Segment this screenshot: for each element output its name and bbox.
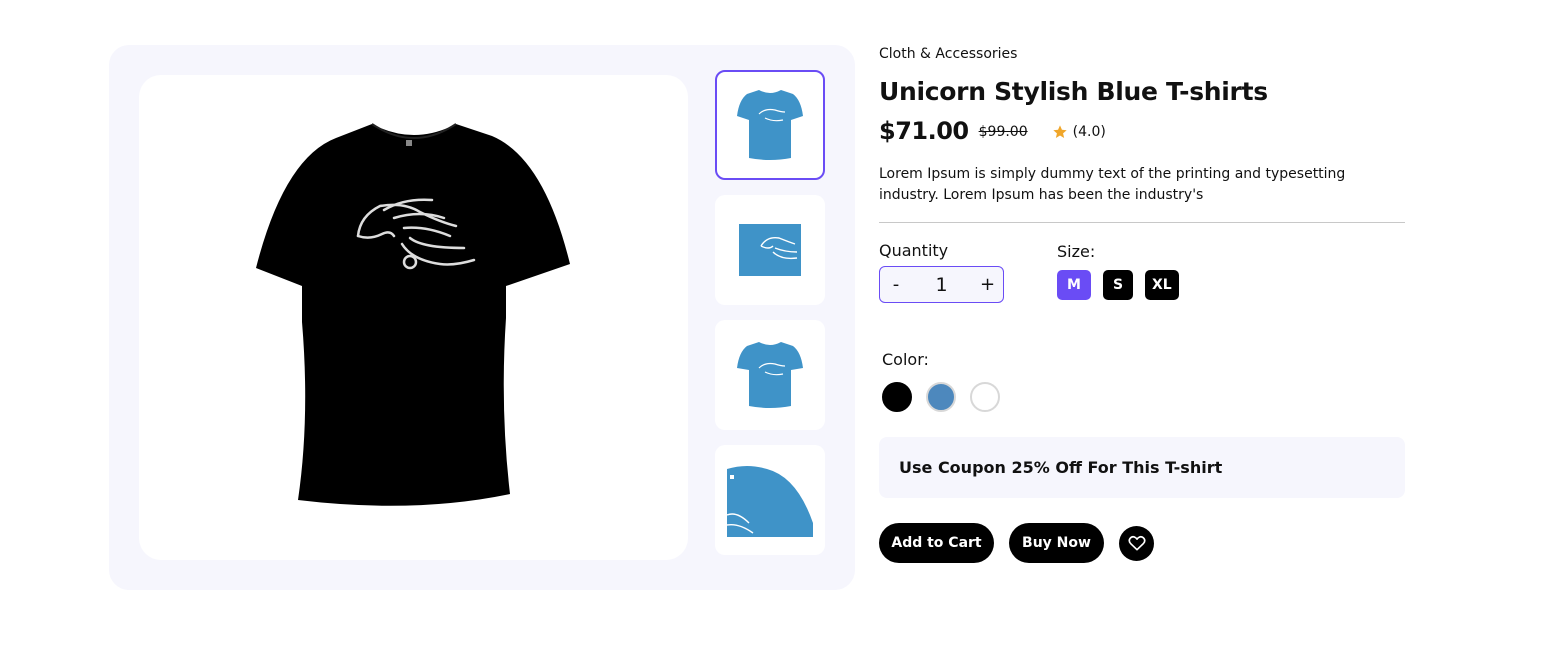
heart-icon (1127, 535, 1146, 551)
color-swatch-white[interactable] (970, 382, 1000, 412)
coupon-banner: Use Coupon 25% Off For This T-shirt (879, 437, 1405, 498)
rating: (4.0) (1052, 124, 1106, 140)
rating-value: (4.0) (1072, 124, 1106, 140)
color-options (882, 382, 1014, 412)
price-row: $71.00 $99.00 (4.0) (879, 117, 1106, 145)
quantity-increase-button[interactable]: + (980, 274, 995, 295)
thumbnail-2[interactable] (715, 195, 825, 305)
product-title: Unicorn Stylish Blue T-shirts (879, 77, 1268, 106)
wishlist-button[interactable] (1119, 525, 1154, 561)
quantity-decrease-button[interactable]: - (889, 274, 903, 295)
add-to-cart-button[interactable]: Add to Cart (879, 523, 994, 563)
action-buttons: Add to Cart Buy Now (879, 523, 1154, 563)
product-category: Cloth & Accessories (879, 46, 1018, 62)
size-label: Size: (1057, 242, 1096, 261)
quantity-stepper: - 1 + (879, 266, 1004, 303)
size-option-s[interactable]: S (1103, 270, 1133, 300)
thumbnail-4[interactable] (715, 445, 825, 555)
blue-print-closeup-thumb (739, 224, 801, 276)
quantity-label: Quantity (879, 241, 949, 260)
quantity-value[interactable]: 1 (935, 274, 947, 296)
thumbnail-3[interactable] (715, 320, 825, 430)
product-gallery (109, 45, 855, 590)
star-icon (1052, 125, 1067, 138)
color-swatch-black[interactable] (882, 382, 912, 412)
divider (879, 222, 1405, 223)
color-label: Color: (882, 350, 929, 369)
blue-tshirt-front-thumb (737, 90, 803, 160)
black-tshirt-image (255, 122, 570, 506)
size-option-m[interactable]: M (1057, 270, 1091, 300)
current-price: $71.00 (879, 117, 969, 145)
size-options: M S XL (1057, 270, 1191, 300)
blue-tshirt-side-thumb (737, 342, 803, 408)
product-description: Lorem Ipsum is simply dummy text of the … (879, 166, 1346, 203)
color-swatch-blue[interactable] (926, 382, 956, 412)
size-option-xl[interactable]: XL (1145, 270, 1179, 300)
old-price: $99.00 (978, 124, 1028, 140)
thumbnail-1[interactable] (715, 70, 825, 180)
buy-now-button[interactable]: Buy Now (1009, 523, 1104, 563)
thumbnail-list (715, 70, 825, 570)
blue-tshirt-sleeve-thumb (727, 466, 813, 537)
main-product-image (139, 75, 688, 560)
